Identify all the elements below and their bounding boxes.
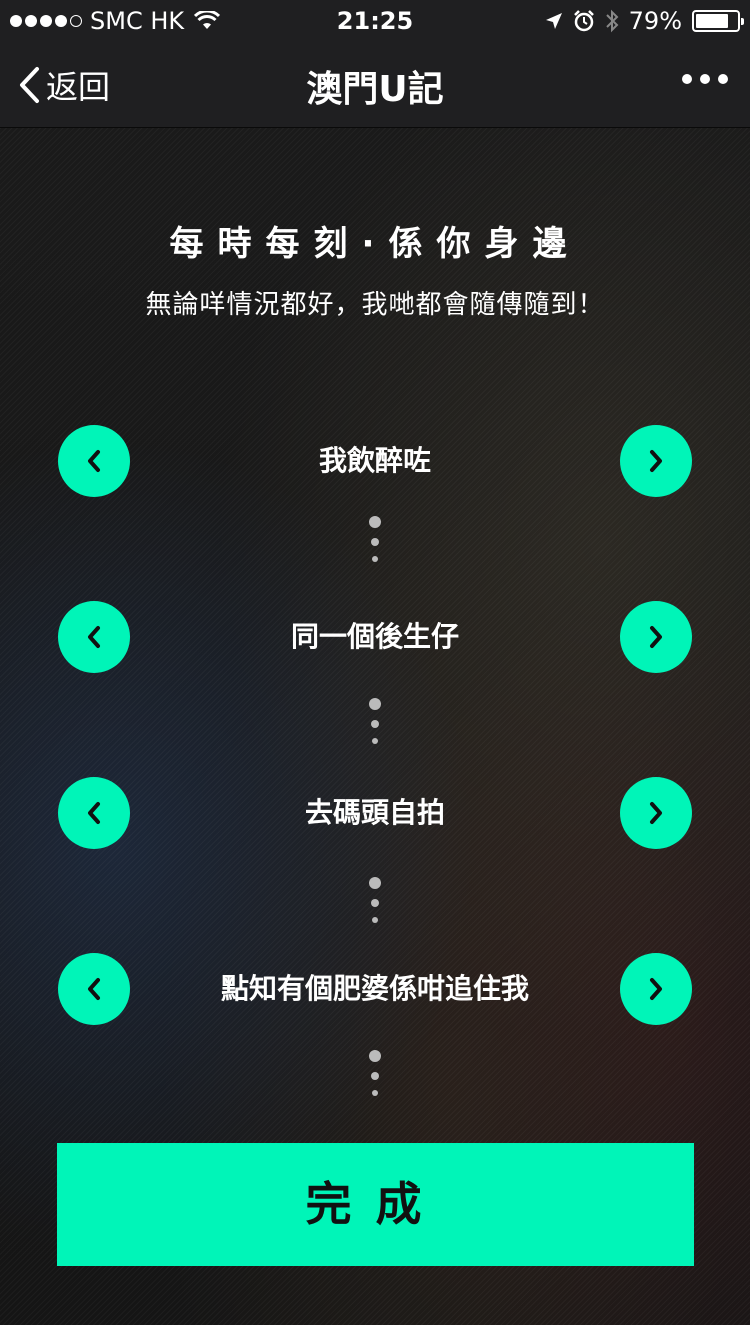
chevron-left-icon (88, 978, 100, 1000)
option-selector: 去碼頭自拍 (0, 777, 750, 849)
separator-dots (365, 516, 385, 562)
separator-dots (365, 698, 385, 744)
more-dot-icon (682, 74, 692, 84)
subline: 無論咩情況都好，我哋都會隨傳隨到！ (145, 290, 605, 320)
nav-bar: 返回 澳門U記 (0, 40, 750, 128)
separator-dots (365, 1050, 385, 1096)
main-content: 每時每刻·係你身邊 無論咩情況都好，我哋都會隨傳隨到！ 我飲醉咗 同一個後生仔 … (0, 128, 750, 1325)
option-label: 去碼頭自拍 (304, 796, 445, 829)
chevron-right-icon (650, 450, 662, 472)
headline: 每時每刻·係你身邊 (169, 224, 581, 264)
chevron-right-icon (650, 626, 662, 648)
previous-option-button[interactable] (58, 953, 130, 1025)
more-dot-icon (700, 74, 710, 84)
more-options-button[interactable] (682, 74, 728, 84)
separator-dots (365, 877, 385, 923)
page-title: 澳門U記 (306, 69, 444, 110)
more-dot-icon (718, 74, 728, 84)
option-label: 同一個後生仔 (290, 620, 459, 653)
previous-option-button[interactable] (58, 777, 130, 849)
next-option-button[interactable] (620, 953, 692, 1025)
previous-option-button[interactable] (58, 601, 130, 673)
option-label: 我飲醉咗 (318, 444, 431, 477)
option-selector: 我飲醉咗 (0, 425, 750, 497)
next-option-button[interactable] (620, 777, 692, 849)
option-selector: 點知有個肥婆係咁追住我 (0, 953, 750, 1025)
location-icon (545, 13, 562, 29)
alarm-icon (573, 10, 594, 32)
chevron-left-icon (88, 802, 100, 824)
chevron-left-icon (88, 450, 100, 472)
next-option-button[interactable] (620, 601, 692, 673)
bluetooth-icon (605, 9, 619, 33)
battery-icon (692, 10, 744, 32)
chevron-right-icon (650, 802, 662, 824)
option-selector: 同一個後生仔 (0, 601, 750, 673)
next-option-button[interactable] (620, 425, 692, 497)
done-button[interactable]: 完成 (57, 1143, 694, 1266)
battery-percent: 79% (628, 7, 682, 35)
status-bar: SMC HK 21:25 79% (0, 0, 750, 40)
chevron-left-icon (88, 626, 100, 648)
option-label: 點知有個肥婆係咁追住我 (220, 972, 529, 1005)
previous-option-button[interactable] (58, 425, 130, 497)
chevron-right-icon (650, 978, 662, 1000)
